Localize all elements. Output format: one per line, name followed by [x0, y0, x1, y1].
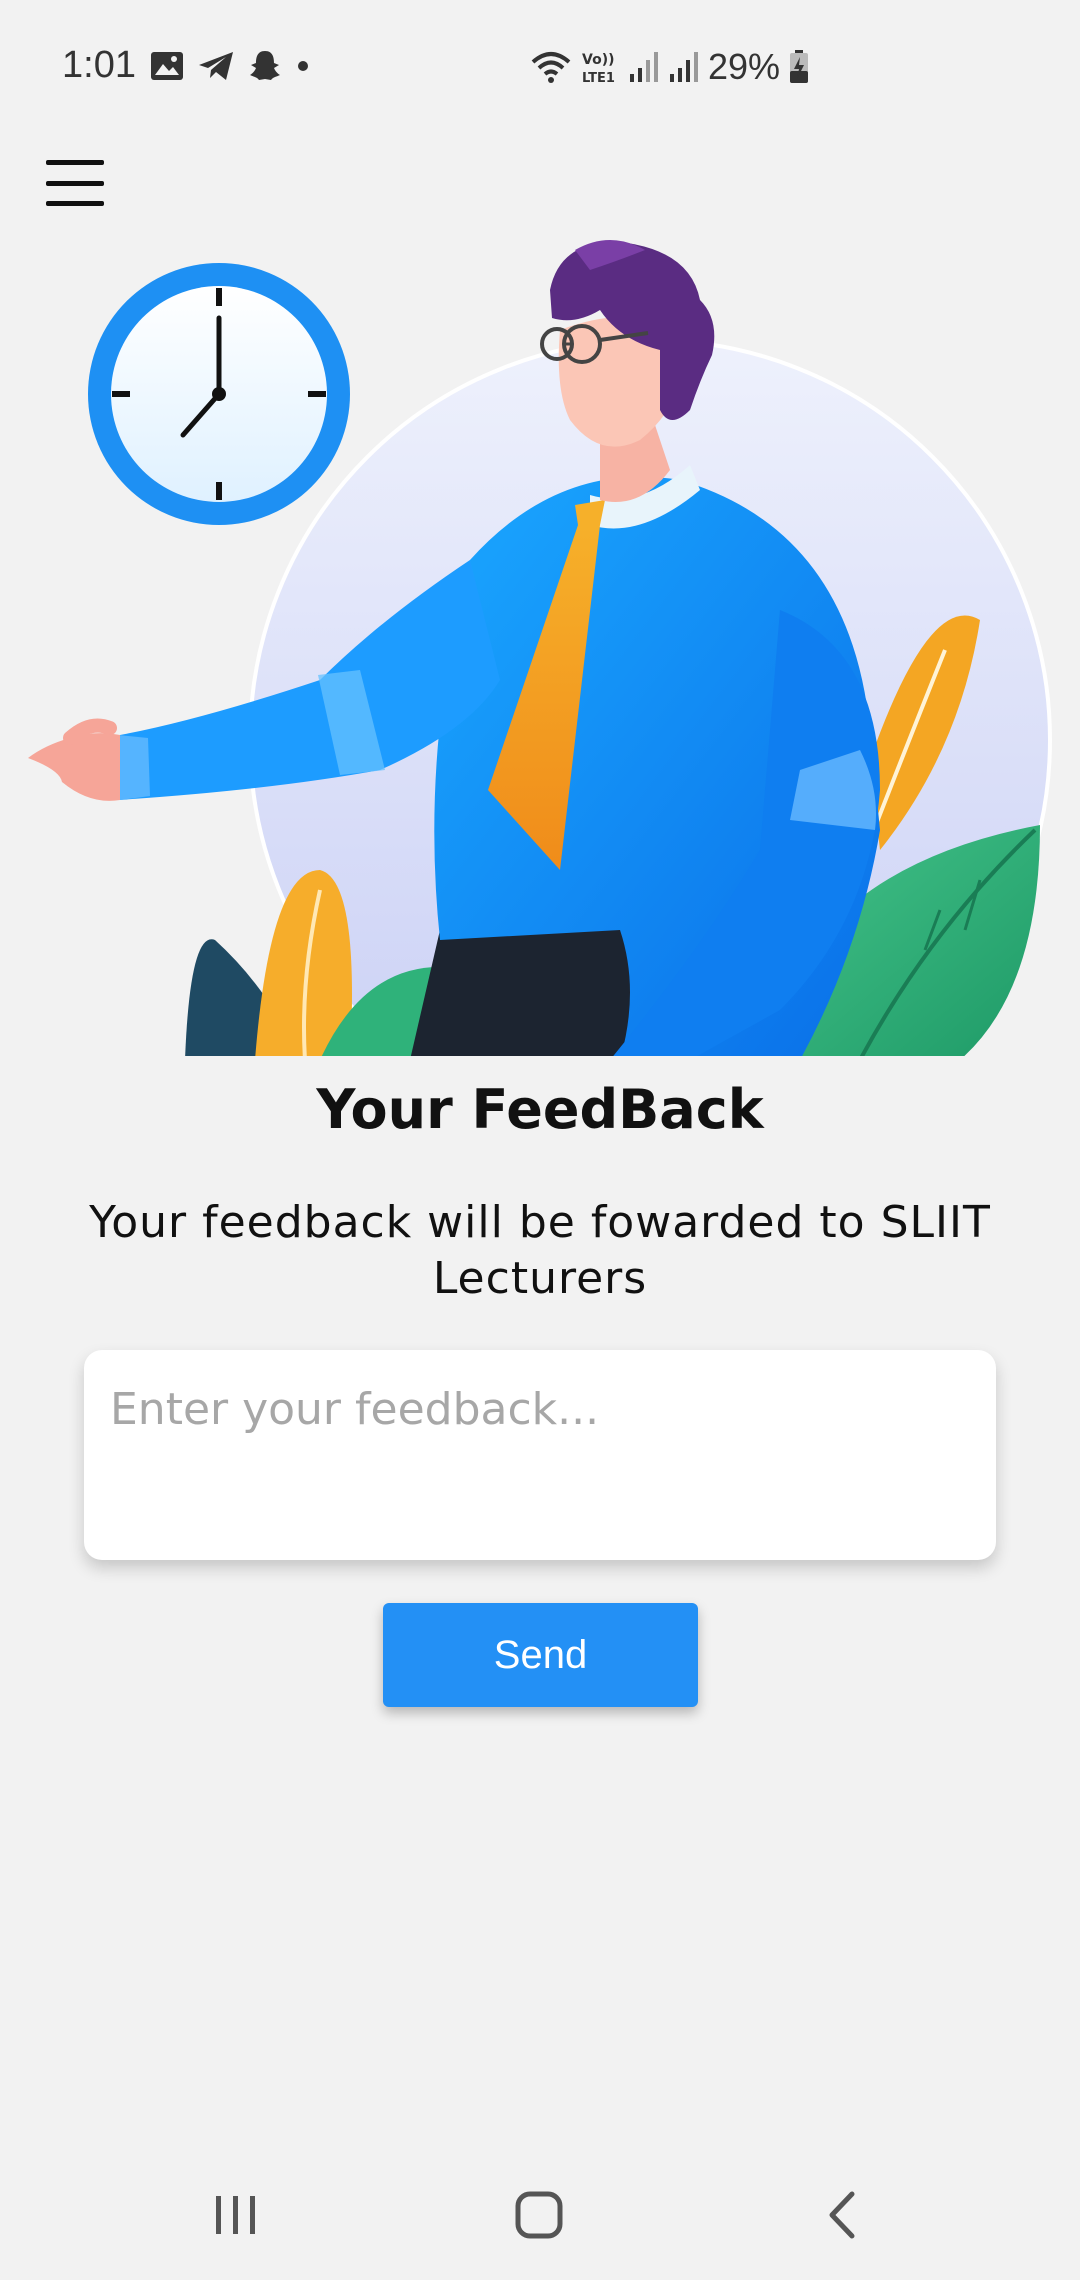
svg-text:Vo)): Vo)): [582, 52, 614, 68]
telegram-icon: [199, 52, 233, 80]
system-icons: Vo)) LTE1 29%: [530, 46, 810, 88]
system-nav-bar: [0, 2150, 1080, 2280]
man-with-clock-illustration: [28, 240, 1052, 1056]
signal-icon: [630, 52, 658, 82]
feedback-card: [84, 1350, 996, 1560]
battery-percent: 29%: [708, 46, 781, 87]
svg-text:LTE1: LTE1: [582, 71, 615, 85]
feedback-input[interactable]: [84, 1350, 996, 1560]
image-icon: [151, 52, 183, 80]
send-button[interactable]: Send: [383, 1603, 698, 1707]
menu-line: [46, 180, 104, 186]
back-icon[interactable]: [818, 2190, 864, 2240]
signal-icon: [670, 52, 698, 82]
page-title: Your FeedBack: [316, 1078, 764, 1141]
battery-charging-icon: [790, 50, 809, 83]
wifi-icon: [531, 52, 571, 83]
notification-icons: [150, 50, 310, 82]
clock-icon: [88, 263, 350, 525]
home-icon[interactable]: [512, 2190, 568, 2242]
snapchat-icon: [250, 51, 280, 80]
hamburger-menu-icon[interactable]: [46, 160, 104, 206]
menu-line: [46, 160, 104, 165]
menu-line: [46, 201, 104, 206]
status-time: 1:01: [62, 44, 136, 86]
dot-icon: [298, 61, 308, 71]
volte-icon: Vo)) LTE1: [582, 52, 615, 85]
page-subtitle: Your feedback will be fowarded to SLIIT …: [89, 1197, 991, 1304]
recent-apps-icon[interactable]: [210, 2190, 262, 2240]
status-bar: 1:01 Vo)) LTE1 29%: [0, 0, 1080, 130]
